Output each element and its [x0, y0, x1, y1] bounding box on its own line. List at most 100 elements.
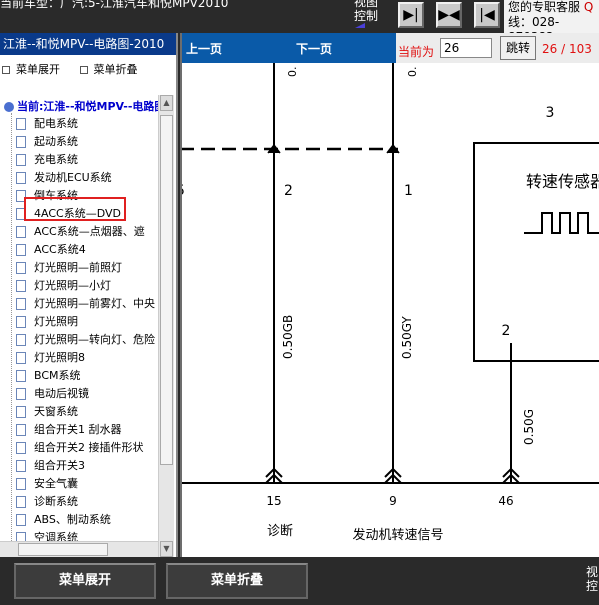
tree-item[interactable]: ACC系统—点烟器、遮	[16, 223, 145, 241]
tree-horizontal-scrollbar[interactable]	[0, 541, 158, 557]
document-icon	[16, 334, 26, 346]
tree-item[interactable]: 发动机ECU系统	[16, 169, 112, 187]
tree-item[interactable]: 安全气囊	[16, 475, 78, 493]
page-number-input[interactable]: 26	[440, 38, 492, 58]
document-icon	[16, 136, 26, 148]
document-icon	[16, 226, 26, 238]
tree-item-label: 发动机ECU系统	[34, 171, 112, 184]
sensor-pin-2-label: 2	[502, 323, 511, 339]
document-icon	[16, 316, 26, 328]
tree-item[interactable]: 灯光照明	[16, 313, 78, 331]
wire-mid-code: 0.50GY	[400, 316, 414, 359]
tree-item[interactable]: 组合开关1 刮水器	[16, 421, 122, 439]
tree-item-label: 灯光照明	[34, 315, 78, 328]
tree-item-label: 天窗系统	[34, 405, 78, 418]
tree-item[interactable]: 充电系统	[16, 151, 78, 169]
document-icon	[16, 298, 26, 310]
tree-item-label: 灯光照明—前雾灯、中央	[34, 297, 155, 310]
tree-item-label: 组合开关3	[34, 459, 85, 472]
node-2-label: 2	[284, 183, 293, 199]
viewer-left-edge	[180, 33, 182, 557]
collapse-icon	[79, 66, 88, 74]
view-control-indicator-icon	[355, 23, 365, 28]
tree-item[interactable]: 灯光照明—小灯	[16, 277, 111, 295]
document-icon	[16, 442, 26, 454]
document-icon	[16, 460, 26, 472]
tree-item[interactable]: 灯光照明—前雾灯、中央	[16, 295, 155, 313]
current-model-title: 当前车型：广汽:5-江淮汽车和悦MPV2010	[0, 0, 229, 10]
tree-item-label: ACC系统—点烟器、遮	[34, 225, 145, 238]
tree-root[interactable]: 当前:江淮--和悦MPV--电路图	[4, 98, 160, 114]
pin-9-label: 9	[389, 494, 397, 508]
wire-right-code: 0.50G	[522, 409, 536, 445]
diagram-viewer: 上一页 下一页 当前为 26 跳转 26 / 103 3 转速传感器 2 1 5	[180, 33, 599, 557]
tree-item-label: 灯光照明8	[34, 351, 85, 364]
scroll-up-icon[interactable]: ▲	[160, 95, 173, 111]
document-icon	[16, 244, 26, 256]
tree-item-label: 组合开关1 刮水器	[34, 423, 122, 436]
page-count: 26 / 103	[542, 42, 592, 56]
tree-item[interactable]: 诊断系统	[16, 493, 78, 511]
tree-item[interactable]: 电动后视镜	[16, 385, 89, 403]
prev-page-icon[interactable]: |◀	[474, 2, 500, 28]
bottom-bar: 菜单展开 菜单折叠 视控	[0, 557, 599, 605]
tree-item-label: 灯光照明—小灯	[34, 279, 111, 292]
tree-item[interactable]: 灯光照明8	[16, 349, 85, 367]
tree-item[interactable]: 天窗系统	[16, 403, 78, 421]
sensor-title: 转速传感器	[526, 172, 599, 191]
document-icon	[16, 352, 26, 364]
tree-item[interactable]: BCM系统	[16, 367, 81, 385]
tree-item[interactable]: 灯光照明—转向灯、危险	[16, 331, 155, 349]
sidebar-menu-links: 菜单展开 菜单折叠	[2, 61, 138, 77]
next-page-button[interactable]: 下一页	[296, 40, 332, 57]
tree-item-label: 安全气囊	[34, 477, 78, 490]
system-tree: 当前:江淮--和悦MPV--电路图 配电系统 起动系统 充电系统 发动机ECU系统 倒车…	[0, 95, 160, 557]
document-icon	[16, 496, 26, 508]
pin-46-label: 46	[498, 494, 513, 508]
collapse-menu-link[interactable]: 菜单折叠	[94, 63, 138, 76]
selected-item-highlight	[24, 197, 126, 221]
tree-item[interactable]: 组合开关2 接插件形状	[16, 439, 144, 457]
tree-item-label: 充电系统	[34, 153, 78, 166]
tree-item-label: 组合开关2 接插件形状	[34, 441, 144, 454]
service-label: 您的专职客服	[508, 0, 581, 14]
scrollbar-thumb[interactable]	[160, 115, 173, 465]
expand-menu-link[interactable]: 菜单展开	[16, 63, 60, 76]
page-jump-box: 当前为 26 跳转 26 / 103	[396, 33, 599, 63]
tree-item[interactable]: ACC系统4	[16, 241, 86, 259]
computer-icon	[4, 102, 14, 112]
hscrollbar-thumb[interactable]	[18, 543, 108, 556]
view-control-bottom[interactable]: 视控	[586, 565, 599, 593]
tree-item-label: ABS、制动系统	[34, 513, 111, 526]
pulse-waveform-icon	[524, 212, 599, 234]
tree-item[interactable]: ABS、制动系统	[16, 511, 111, 529]
tree-item-label: 灯光照明—转向灯、危险	[34, 333, 155, 346]
expand-icon	[2, 66, 10, 74]
tree-item[interactable]: 起动系统	[16, 133, 78, 151]
document-icon	[16, 478, 26, 490]
document-icon	[16, 514, 26, 526]
tree-item[interactable]: 组合开关3	[16, 457, 85, 475]
wire-top-left-code: 0.	[286, 67, 299, 78]
expand-menu-button[interactable]: 菜单展开	[14, 563, 156, 599]
view-control-label[interactable]: 视图控制	[350, 0, 382, 28]
document-icon	[16, 424, 26, 436]
tree-item-label: 电动后视镜	[34, 387, 89, 400]
next-page-icon[interactable]: ▶|	[398, 2, 424, 28]
collapse-menu-button[interactable]: 菜单折叠	[166, 563, 308, 599]
prev-page-button[interactable]: 上一页	[186, 40, 222, 57]
tree-root-label: 当前:江淮--和悦MPV--电路图	[17, 100, 160, 113]
view-control-text: 视图控制	[353, 0, 378, 23]
jump-button[interactable]: 跳转	[500, 36, 536, 60]
sidebar: 江淮--和悦MPV--电路图-2010 菜单展开 菜单折叠 当前:江淮--和悦M…	[0, 33, 178, 557]
document-icon	[16, 118, 26, 130]
tree-item[interactable]: 配电系统	[16, 115, 78, 133]
scroll-down-icon[interactable]: ▼	[160, 541, 173, 557]
service-link[interactable]: Q	[584, 0, 593, 14]
fit-width-icon[interactable]: ▶◀	[436, 2, 462, 28]
node-1-label: 1	[404, 183, 413, 199]
tree-vertical-scrollbar[interactable]: ▲ ▼	[158, 95, 174, 557]
document-icon	[16, 370, 26, 382]
tree-item[interactable]: 灯光照明—前照灯	[16, 259, 122, 277]
document-icon	[16, 388, 26, 400]
